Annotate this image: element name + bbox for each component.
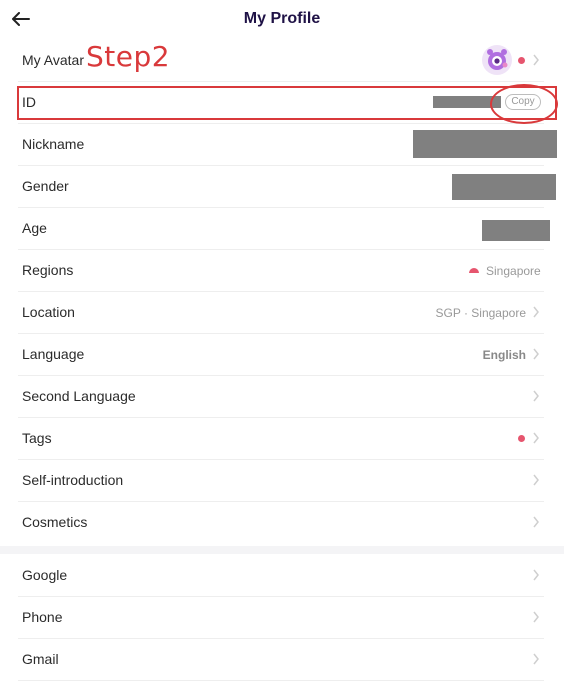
row-self-introduction[interactable]: Self-introduction bbox=[18, 460, 544, 502]
row-label: My Avatar bbox=[22, 52, 84, 68]
chevron-right-icon bbox=[533, 306, 539, 318]
chevron-right-icon bbox=[533, 516, 539, 528]
chevron-right-icon bbox=[533, 474, 539, 486]
top-bar: My Profile bbox=[0, 0, 564, 40]
row-label: Second Language bbox=[22, 388, 136, 404]
row-label: Tags bbox=[22, 430, 52, 446]
row-phone[interactable]: Phone bbox=[18, 597, 544, 639]
row-label: Nickname bbox=[22, 136, 85, 152]
annotation-highlight-box bbox=[17, 86, 557, 120]
row-label: Self-introduction bbox=[22, 472, 124, 488]
row-regions: Regions Singapore bbox=[18, 250, 544, 292]
chevron-right-icon bbox=[533, 569, 539, 581]
row-location[interactable]: Location SGP · Singapore bbox=[18, 292, 544, 334]
page-title: My Profile bbox=[243, 10, 321, 27]
row-label: Gmail bbox=[22, 651, 59, 667]
chevron-right-icon bbox=[533, 653, 539, 665]
chevron-right-icon bbox=[533, 54, 539, 66]
row-label: Language bbox=[22, 346, 85, 362]
section-divider bbox=[0, 546, 564, 554]
singapore-flag-icon bbox=[469, 268, 479, 273]
row-label: Age bbox=[22, 220, 47, 236]
row-label: Google bbox=[22, 567, 68, 583]
row-label: Cosmetics bbox=[22, 514, 88, 530]
row-google[interactable]: Google bbox=[18, 555, 544, 597]
notification-dot bbox=[518, 57, 525, 64]
row-tags[interactable]: Tags bbox=[18, 418, 544, 460]
row-label: Gender bbox=[22, 178, 69, 194]
row-label: Phone bbox=[22, 609, 63, 625]
row-age[interactable]: Age bbox=[18, 208, 544, 250]
row-label: Regions bbox=[22, 262, 74, 278]
redacted-gender bbox=[452, 174, 556, 200]
row-language[interactable]: Language English bbox=[18, 334, 544, 376]
chevron-right-icon bbox=[533, 390, 539, 402]
chevron-right-icon bbox=[533, 432, 539, 444]
annotation-circle bbox=[490, 84, 558, 124]
avatar[interactable] bbox=[482, 45, 512, 75]
row-label: Location bbox=[22, 304, 75, 320]
chevron-right-icon bbox=[533, 348, 539, 360]
language-value: English bbox=[482, 348, 526, 362]
redacted-age bbox=[482, 220, 550, 241]
regions-value: Singapore bbox=[486, 264, 541, 278]
redacted-nickname bbox=[413, 130, 557, 158]
row-second-language[interactable]: Second Language bbox=[18, 376, 544, 418]
row-cosmetics[interactable]: Cosmetics bbox=[18, 502, 544, 544]
step-annotation: Step2 bbox=[86, 40, 171, 73]
row-gmail[interactable]: Gmail bbox=[18, 639, 544, 681]
notification-dot bbox=[518, 435, 525, 442]
location-value: SGP · Singapore bbox=[435, 306, 527, 320]
chevron-right-icon bbox=[533, 611, 539, 623]
